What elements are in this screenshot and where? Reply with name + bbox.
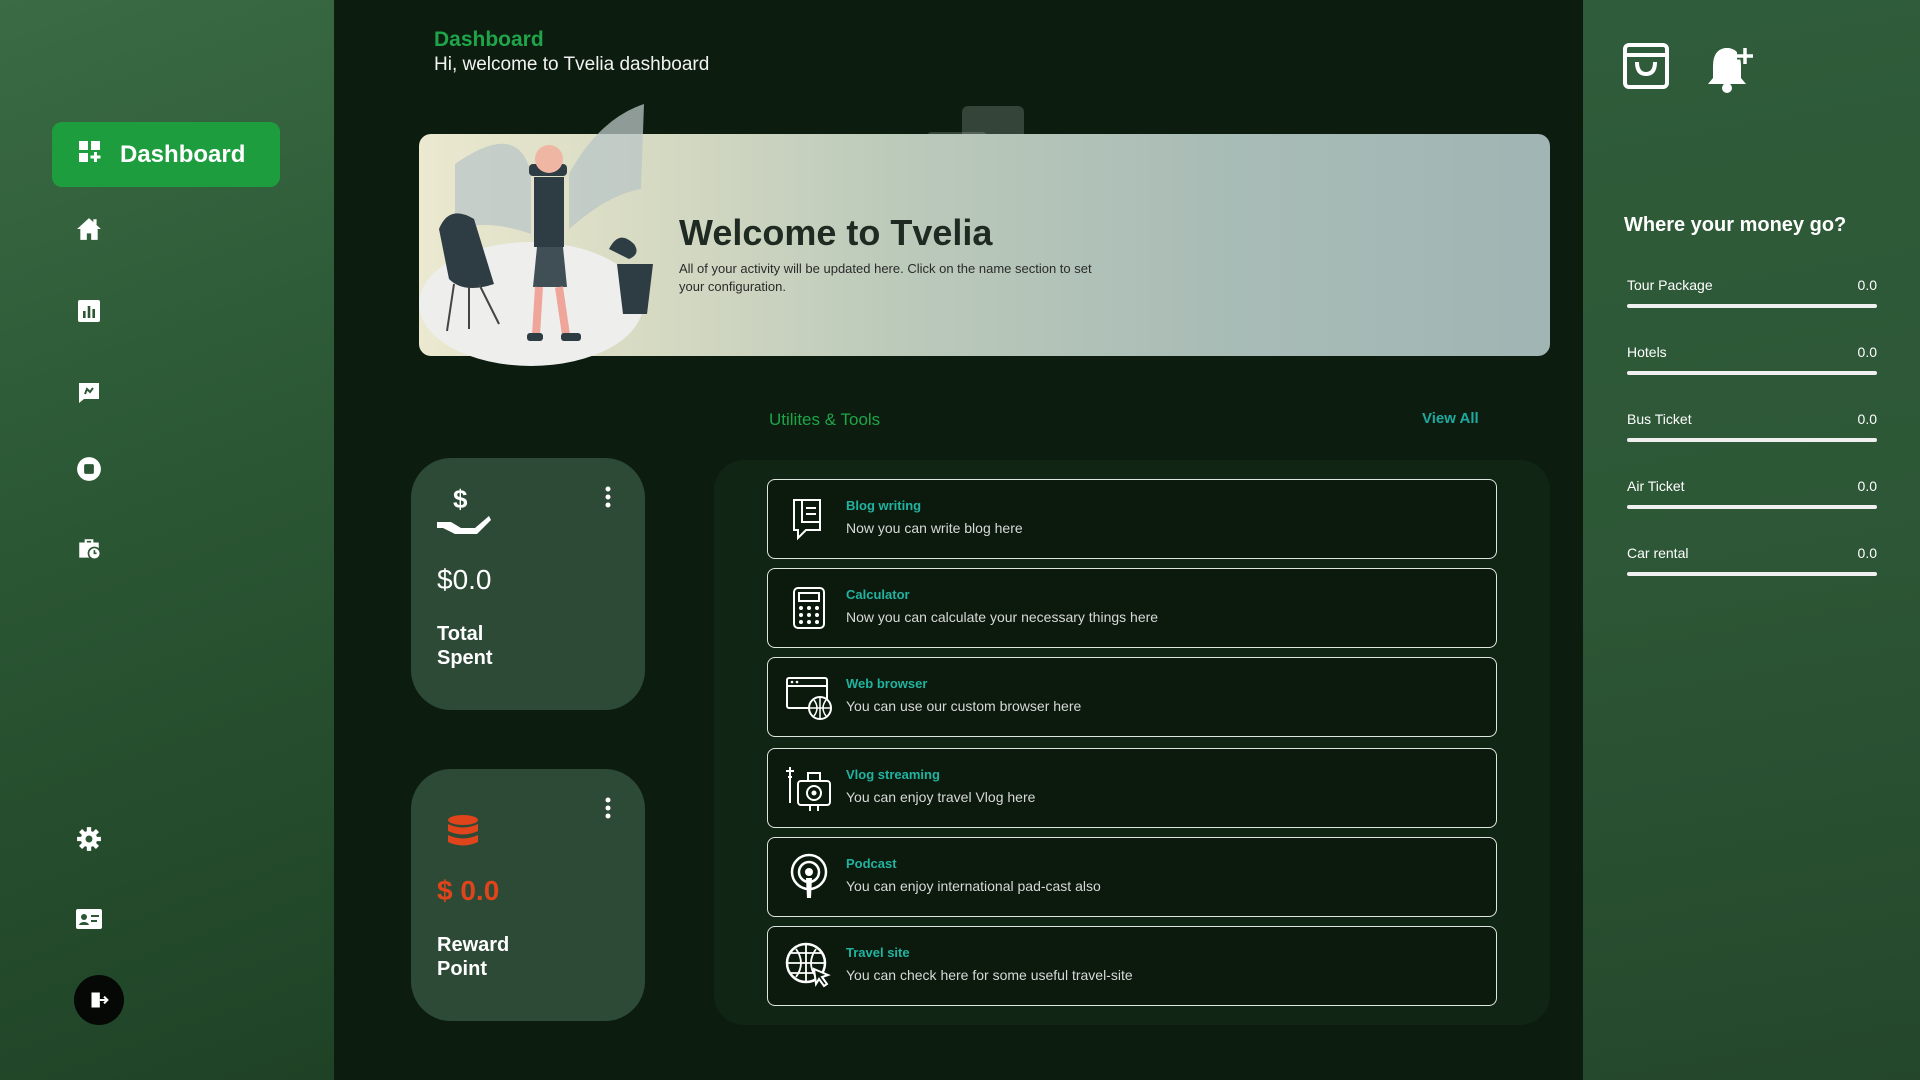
money-item-label: Tour Package [1627, 277, 1713, 293]
money-section-title: Where your money go? [1624, 214, 1847, 236]
money-item-value: 0.0 [1857, 478, 1877, 494]
reward-point-card: $ 0.0 Reward Point [411, 769, 645, 1021]
kebab-menu-icon [605, 486, 611, 508]
tool-description: You can enjoy international pad-cast als… [846, 878, 1101, 894]
sidebar-item-work[interactable] [74, 534, 104, 564]
sidebar: Dashboard [0, 0, 334, 1080]
sidebar-item-settings[interactable] [74, 824, 104, 854]
tool-calculator[interactable]: Calculator Now you can calculate your ne… [767, 568, 1497, 648]
tool-name: Calculator [846, 587, 910, 602]
money-item-car-rental: Car rental 0.0 [1627, 545, 1877, 585]
tool-name: Travel site [846, 945, 910, 960]
welcome-banner: Welcome to Tvelia All of your activity w… [419, 104, 1550, 366]
sidebar-item-label: Dashboard [120, 140, 246, 168]
web-browser-icon [786, 677, 832, 720]
tool-name: Vlog streaming [846, 767, 940, 782]
total-spent-card: $ $0.0 Total Spent [411, 458, 645, 710]
sidebar-item-review[interactable] [74, 378, 104, 408]
tool-description: You can enjoy travel Vlog here [846, 789, 1036, 805]
hero-description: All of your activity will be updated her… [679, 261, 1092, 294]
sidebar-item-dashboard[interactable]: Dashboard [52, 122, 280, 187]
right-panel: Where your money go? Tour Package 0.0 Ho… [1583, 0, 1920, 1080]
sidebar-item-home[interactable] [74, 214, 104, 244]
money-item-label: Bus Ticket [1627, 411, 1692, 427]
reward-point-menu-button[interactable] [605, 797, 611, 824]
tool-name: Blog writing [846, 498, 922, 513]
sidebar-item-analytics[interactable] [74, 296, 104, 326]
camera-icon [786, 767, 831, 811]
total-spent-amount: $0.0 [437, 564, 492, 595]
kebab-menu-icon [605, 797, 611, 819]
tool-name: Web browser [846, 676, 928, 691]
money-progress-bar [1627, 505, 1877, 509]
calculator-icon [793, 587, 825, 629]
database-icon [448, 815, 478, 846]
money-item-value: 0.0 [1857, 545, 1877, 561]
view-all-link[interactable]: View All [1422, 410, 1479, 427]
money-item-label: Car rental [1627, 545, 1689, 561]
money-progress-bar [1627, 438, 1877, 442]
money-item-air-ticket: Air Ticket 0.0 [1627, 478, 1877, 518]
review-icon [79, 383, 99, 403]
dashboard-icon [78, 140, 102, 169]
add-notification-button[interactable] [1705, 42, 1757, 94]
gear-icon [77, 827, 101, 851]
vr-illustration [419, 104, 653, 366]
money-item-value: 0.0 [1857, 277, 1877, 293]
tool-web-browser[interactable]: Web browser You can use our custom brows… [767, 657, 1497, 737]
contact-card-icon [76, 909, 102, 929]
tools-panel: Blog writing Now you can write blog here… [714, 460, 1550, 1025]
briefcase-clock-icon [79, 539, 102, 561]
money-item-value: 0.0 [1857, 344, 1877, 360]
stop-circle-icon [77, 457, 101, 481]
tool-podcast[interactable]: Podcast You can enjoy international pad-… [767, 837, 1497, 917]
shopping-bag-button[interactable] [1622, 42, 1674, 94]
money-item-tour-package: Tour Package 0.0 [1627, 277, 1877, 317]
money-item-value: 0.0 [1857, 411, 1877, 427]
page-title: Dashboard [434, 28, 544, 51]
tool-description: Now you can calculate your necessary thi… [846, 609, 1159, 625]
tool-description: You can check here for some useful trave… [846, 967, 1133, 983]
shopping-bag-icon [1623, 43, 1669, 89]
tool-blog-writing[interactable]: Blog writing Now you can write blog here [767, 479, 1497, 559]
bell-plus-icon [1708, 48, 1753, 93]
sidebar-item-contacts[interactable] [74, 904, 104, 934]
total-spent-label: Total Spent [437, 623, 493, 669]
logout-icon [91, 992, 109, 1008]
money-progress-bar [1627, 304, 1877, 308]
reward-point-amount: $ 0.0 [437, 875, 500, 906]
svg-text:$: $ [453, 484, 468, 514]
analytics-icon [78, 300, 100, 322]
tool-name: Podcast [846, 856, 897, 871]
page-subtitle: Hi, welcome to Tvelia dashboard [434, 54, 710, 75]
money-progress-bar [1627, 371, 1877, 375]
podcast-icon [790, 853, 828, 898]
tools-section-title: Utilites & Tools [769, 410, 881, 429]
home-icon [77, 218, 101, 240]
money-item-label: Hotels [1627, 344, 1667, 360]
tool-description: You can use our custom browser here [846, 698, 1082, 714]
dollar-hand-icon: $ [437, 484, 491, 534]
blog-icon [793, 499, 821, 541]
main-content: Dashboard Hi, welcome to Tvelia dashboar… [334, 0, 1583, 1080]
tool-description: Now you can write blog here [846, 520, 1023, 536]
money-item-bus-ticket: Bus Ticket 0.0 [1627, 411, 1877, 451]
hero-title: Welcome to Tvelia [679, 212, 993, 253]
tool-travel-site[interactable]: Travel site You can check here for some … [767, 926, 1497, 1006]
globe-cursor-icon [785, 942, 831, 988]
money-item-hotels: Hotels 0.0 [1627, 344, 1877, 384]
reward-point-label: Reward Point [437, 934, 510, 980]
total-spent-menu-button[interactable] [605, 486, 611, 513]
sidebar-item-stop[interactable] [74, 454, 104, 484]
money-item-label: Air Ticket [1627, 478, 1685, 494]
money-progress-bar [1627, 572, 1877, 576]
logout-button[interactable] [74, 975, 124, 1025]
tool-vlog-streaming[interactable]: Vlog streaming You can enjoy travel Vlog… [767, 748, 1497, 828]
